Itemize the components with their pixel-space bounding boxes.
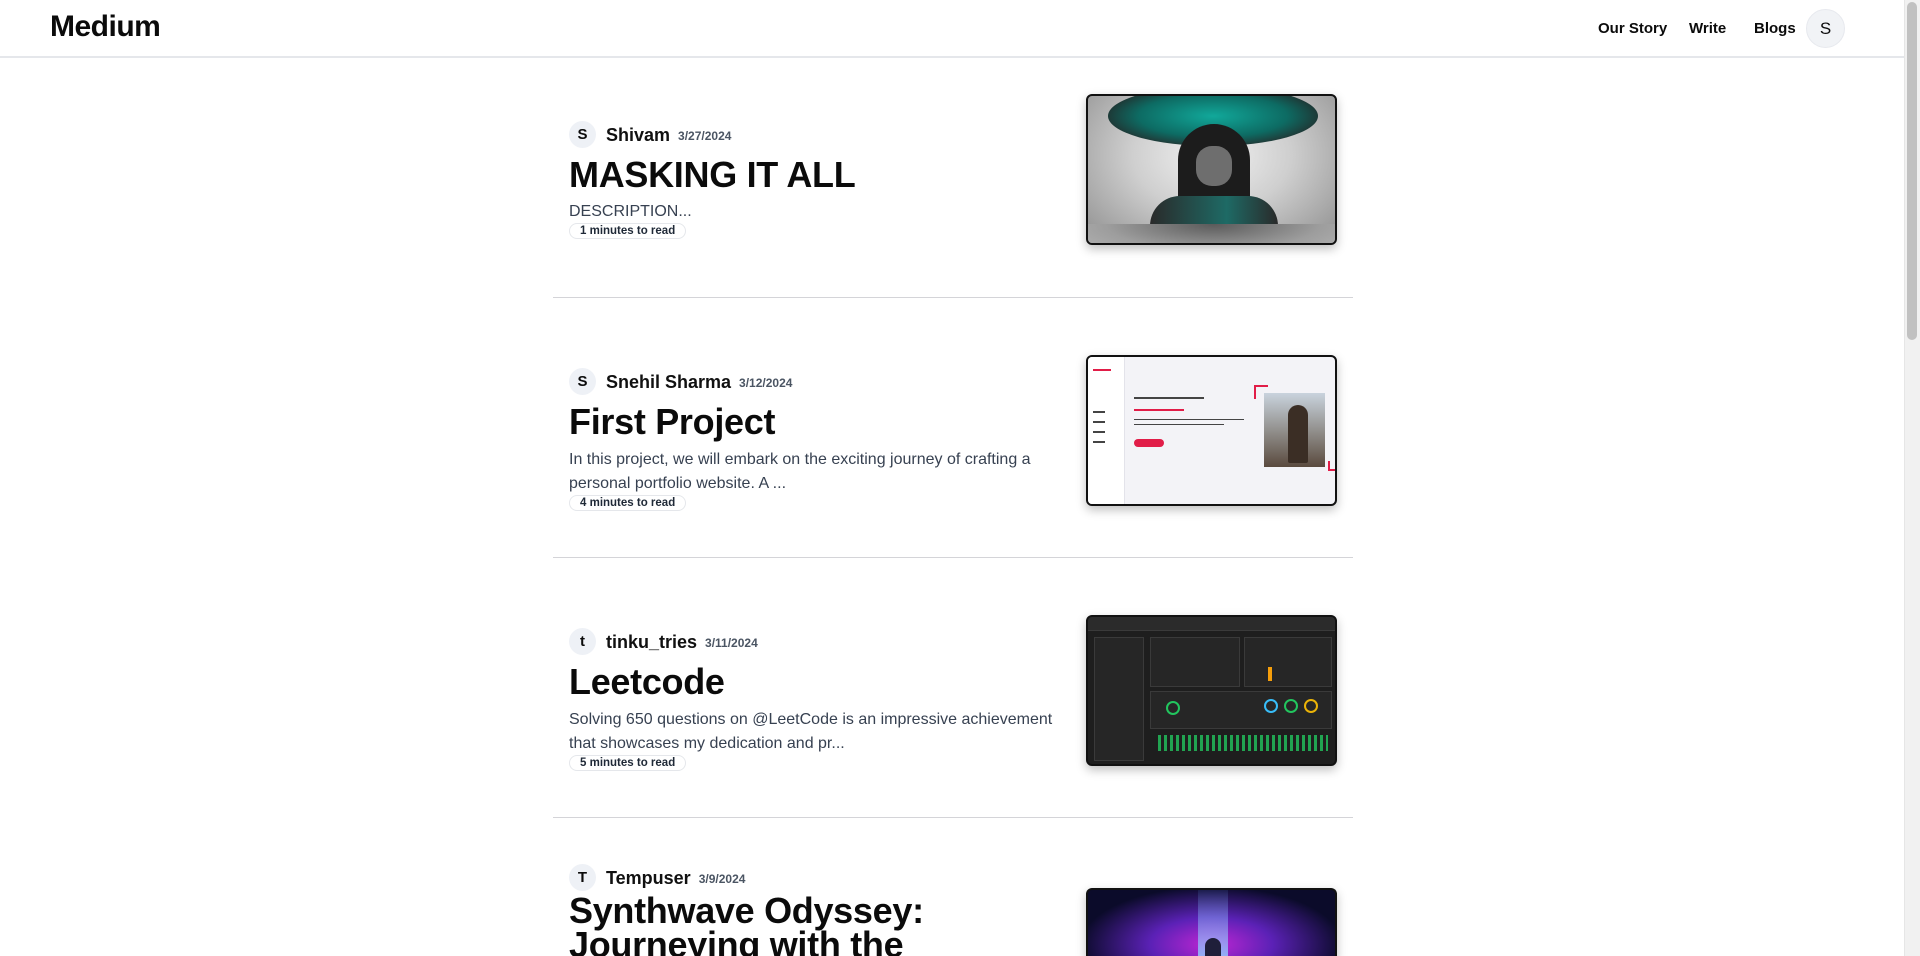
thumb-corner [1328,461,1335,471]
post-date: 3/12/2024 [739,376,793,390]
thumb-panel [1244,637,1332,687]
blog-card[interactable]: t tinku_tries 3/11/2024 Leetcode Solving… [553,614,1353,854]
post-date: 3/9/2024 [698,872,746,886]
thumb-ring [1264,699,1278,713]
thumb-line [1134,424,1224,425]
thumb-bar [1268,667,1272,681]
post-title[interactable]: MASKING IT ALL [569,154,856,196]
thumb-line [1093,411,1105,413]
nav-blogs-link[interactable]: Blogs [1754,20,1796,37]
user-avatar[interactable]: S [1806,9,1845,48]
thumb-ring [1166,701,1180,715]
post-divider [553,297,1353,298]
post-description: DESCRIPTION... [569,203,692,220]
post-date: 3/27/2024 [678,129,732,143]
nav-write[interactable]: Write [1689,0,1726,56]
post-thumbnail[interactable] [1086,888,1337,956]
thumb-line [1093,369,1111,371]
read-time-badge: 4 minutes to read [569,495,687,511]
thumb-panel [1094,637,1144,761]
thumb-astronaut [1205,938,1221,956]
blog-card[interactable]: S Shivam 3/27/2024 MASKING IT ALL DESCRI… [553,94,1353,334]
author-name: Shivam [606,125,671,145]
thumb-ring [1284,699,1298,713]
nav-blogs[interactable]: Blogs [1754,0,1796,56]
brand-logo[interactable]: Medium [50,10,161,44]
thumb-panel [1150,637,1240,687]
thumb-line [1134,419,1244,420]
read-time-badge: 5 minutes to read [569,755,687,771]
post-divider [553,817,1353,818]
blog-card[interactable]: S Snehil Sharma 3/12/2024 First Project … [553,354,1353,594]
post-meta: t tinku_tries 3/11/2024 [569,628,758,655]
thumb-line [1093,431,1105,433]
read-time-badge: 1 minutes to read [569,223,687,239]
thumb-line [1093,421,1105,423]
thumb-person [1288,405,1308,463]
author-avatar: T [569,864,596,891]
author-name: tinku_tries [606,632,698,652]
post-meta: S Shivam 3/27/2024 [569,121,731,148]
thumb-heatmap [1158,735,1328,751]
author-avatar: S [569,121,596,148]
post-title[interactable]: First Project [569,401,775,443]
thumb-line [1093,441,1105,443]
post-title[interactable]: Leetcode [569,661,725,703]
author-name: Snehil Sharma [606,372,732,392]
thumb-mask [1196,146,1232,186]
thumb-line [1134,409,1184,411]
post-thumbnail[interactable] [1086,94,1337,245]
thumb-ground [1088,224,1335,243]
post-meta: S Snehil Sharma 3/12/2024 [569,368,792,395]
thumb-titlebar [1088,617,1335,631]
post-thumbnail[interactable] [1086,615,1337,766]
top-navbar: Medium Our Story Write Blogs S [0,0,1904,58]
author-avatar: t [569,628,596,655]
post-date: 3/11/2024 [705,636,758,650]
post-title[interactable]: Synthwave Odyssey: Journeying with the A… [569,893,1069,956]
nav-write-link[interactable]: Write [1689,20,1726,37]
thumb-button [1134,439,1164,447]
post-description: In this project, we will embark on the e… [569,451,1031,492]
post-thumbnail[interactable] [1086,355,1337,506]
post-description: Solving 650 questions on @LeetCode is an… [569,711,1053,752]
author-avatar: S [569,368,596,395]
post-divider [553,557,1353,558]
thumb-line [1134,397,1204,399]
thumb-ring [1304,699,1318,713]
blog-card[interactable]: T Tempuser 3/9/2024 Synthwave Odyssey: J… [553,864,1353,956]
nav-our-story-link[interactable]: Our Story [1598,20,1667,37]
scrollbar-thumb[interactable] [1907,2,1917,340]
nav-our-story[interactable]: Our Story [1598,0,1667,56]
post-meta: T Tempuser 3/9/2024 [569,864,745,891]
author-name: Tempuser [606,868,691,888]
